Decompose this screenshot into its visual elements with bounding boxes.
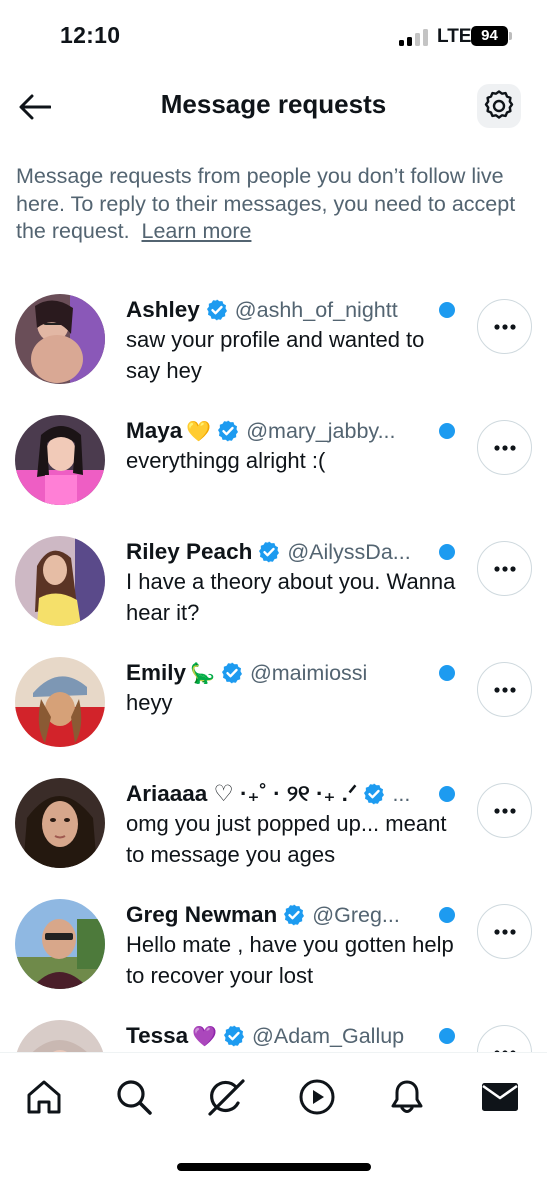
list-item[interactable]: Ariaaaa ♡ ·₊˚ · ୨୧ ·₊ .ᐟ ... omg you jus… — [0, 764, 547, 885]
sender-name: Maya — [126, 418, 183, 443]
message-preview: Hello mate , have you gotten help to rec… — [126, 932, 454, 988]
verified-badge-icon — [222, 1024, 246, 1048]
message-preview: omg you just popped up... meant to messa… — [126, 811, 447, 867]
unread-indicator — [439, 302, 455, 318]
unread-indicator — [439, 665, 455, 681]
sender-name: Emily — [126, 660, 187, 685]
search-icon — [117, 1080, 152, 1115]
avatar[interactable] — [15, 415, 105, 505]
more-options-button[interactable] — [477, 1025, 532, 1052]
verified-badge-icon — [216, 419, 240, 443]
avatar[interactable] — [15, 536, 105, 626]
sender-line: Maya 💛 @mary_jabby... — [126, 417, 430, 445]
nav-home[interactable] — [20, 1073, 68, 1121]
name-emoji: 💛 — [186, 420, 212, 443]
list-item[interactable]: Tessa 💜 @Adam_Gallup — [0, 1006, 547, 1052]
sender-line: Ariaaaa ♡ ·₊˚ · ୨୧ ·₊ .ᐟ ... — [126, 780, 430, 808]
sender-handle: @Adam_Gallup — [252, 1023, 405, 1048]
status-bar: 12:10 LTE 94 — [0, 0, 547, 72]
description-text: Message requests from people you don’t f… — [16, 164, 516, 243]
sender-handle: @AilyssDa... — [287, 539, 411, 564]
nav-video[interactable] — [293, 1073, 341, 1121]
sender-line: Emily 🦕 @maimiossi — [126, 659, 430, 687]
nav-notifications[interactable] — [383, 1073, 431, 1121]
list-item[interactable]: Greg Newman @Greg... Hello mate , have y… — [0, 885, 547, 1006]
status-time: 12:10 — [60, 22, 121, 48]
network-type: LTE — [437, 26, 472, 47]
list-item[interactable]: Riley Peach @AilyssDa... I have a theory… — [0, 522, 547, 643]
sender-name: Greg Newman — [126, 902, 278, 927]
sender-name: Ashley — [126, 297, 200, 322]
nav-messages[interactable] — [476, 1073, 524, 1121]
notifications-bell-icon — [391, 1080, 423, 1113]
list-item[interactable]: Emily 🦕 @maimiossi heyy — [0, 643, 547, 764]
nav-grok[interactable] — [202, 1073, 250, 1121]
more-options-button[interactable] — [477, 299, 532, 354]
home-icon — [27, 1080, 61, 1114]
settings-button[interactable] — [477, 84, 521, 128]
sender-line: Ashley @ashh_of_nightt — [126, 296, 430, 324]
sender-handle: @ashh_of_nightt — [234, 297, 398, 322]
list-item[interactable]: Ashley @ashh_of_nightt saw your profile … — [0, 280, 547, 401]
battery-tip — [509, 32, 512, 40]
message-preview: everythingg alright :( — [126, 448, 326, 473]
avatar[interactable] — [15, 778, 105, 868]
learn-more-link[interactable]: Learn more — [142, 219, 252, 243]
cellular-signal-icon — [399, 28, 431, 46]
avatar[interactable] — [15, 1020, 105, 1052]
more-dots-icon — [493, 807, 517, 815]
more-dots-icon — [493, 686, 517, 694]
message-preview: I have a theory about you. Wanna hear it… — [126, 569, 456, 625]
requests-description: Message requests from people you don’t f… — [16, 163, 536, 246]
more-dots-icon — [493, 565, 517, 573]
sender-name: Ariaaaa ♡ ·₊˚ · ୨୧ ·₊ .ᐟ — [126, 781, 358, 806]
gear-icon — [484, 90, 514, 119]
verified-badge-icon — [282, 903, 306, 927]
message-requests-list[interactable]: Ashley @ashh_of_nightt saw your profile … — [0, 280, 547, 1052]
verified-badge-icon — [257, 540, 281, 564]
verified-badge-icon — [205, 298, 229, 322]
list-item[interactable]: Maya 💛 @mary_jabby... everythingg alrigh… — [0, 401, 547, 522]
sender-line: Riley Peach @AilyssDa... — [126, 538, 430, 566]
sender-handle: @maimiossi — [249, 660, 368, 685]
grok-icon — [208, 1079, 245, 1116]
unread-indicator — [439, 907, 455, 923]
sender-name: Tessa — [126, 1023, 189, 1048]
sender-name: Riley Peach — [126, 539, 253, 564]
more-options-button[interactable] — [477, 904, 532, 959]
unread-indicator — [439, 544, 455, 560]
more-options-button[interactable] — [477, 541, 532, 596]
message-preview: heyy — [126, 690, 173, 715]
avatar[interactable] — [15, 294, 105, 384]
more-options-button[interactable] — [477, 783, 532, 838]
more-dots-icon — [493, 928, 517, 936]
name-emoji: 💜 — [192, 1025, 218, 1048]
nav-search[interactable] — [110, 1073, 158, 1121]
more-dots-icon — [493, 323, 517, 331]
messages-envelope-icon — [482, 1083, 518, 1111]
verified-badge-icon — [220, 661, 244, 685]
home-indicator[interactable] — [177, 1163, 371, 1171]
message-preview: saw your profile and wanted to say hey — [126, 327, 425, 383]
sender-handle: @mary_jabby... — [246, 418, 396, 443]
header: Message requests — [0, 72, 547, 142]
video-icon — [299, 1079, 335, 1115]
sender-line: Tessa 💜 @Adam_Gallup — [126, 1022, 430, 1050]
avatar[interactable] — [15, 657, 105, 747]
more-options-button[interactable] — [477, 662, 532, 717]
sender-line: Greg Newman @Greg... — [126, 901, 430, 929]
sender-handle: ... — [392, 781, 411, 806]
more-dots-icon — [493, 444, 517, 452]
name-emoji: 🦕 — [190, 662, 215, 685]
unread-indicator — [439, 423, 455, 439]
battery-icon: 94 — [471, 26, 508, 46]
unread-indicator — [439, 786, 455, 802]
verified-badge-icon — [362, 782, 386, 806]
unread-indicator — [439, 1028, 455, 1044]
sender-handle: @Greg... — [312, 902, 400, 927]
page-title: Message requests — [160, 89, 387, 119]
avatar[interactable] — [15, 899, 105, 989]
bottom-navigation — [0, 1052, 547, 1185]
more-options-button[interactable] — [477, 420, 532, 475]
